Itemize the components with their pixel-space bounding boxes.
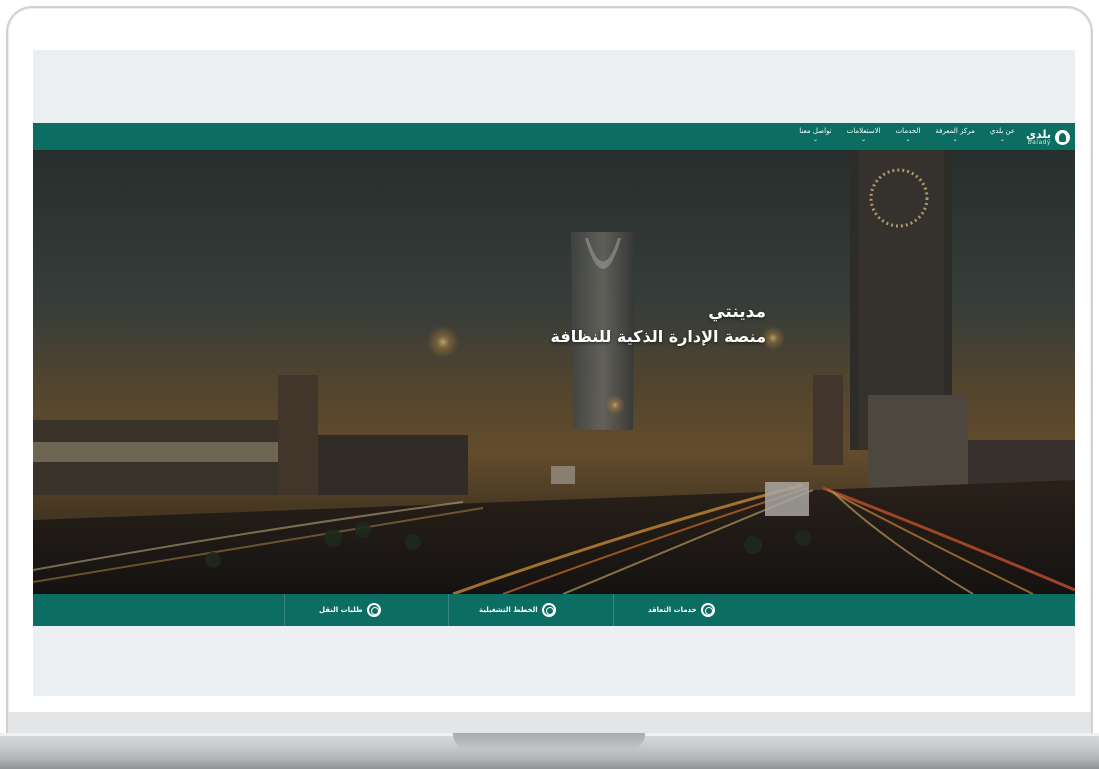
circle-emblem-icon (541, 603, 556, 617)
service-contract-services[interactable]: خدمات التعاقد (648, 594, 715, 626)
divider (284, 594, 285, 626)
nav-item-label: عن بلدي (989, 127, 1015, 135)
palm-logo-icon (1055, 129, 1070, 145)
chevron-down-icon: ⌄ (952, 136, 958, 143)
chevron-down-icon: ⌄ (861, 136, 867, 143)
services-bar: خدمات التعاقد الخطط التشغيلية طلبات النق… (33, 594, 1075, 626)
service-label: الخطط التشغيلية (479, 606, 538, 614)
circle-emblem-icon (366, 603, 381, 617)
hero-text: مدينتي منصة الإدارة الذكية للنظافة (551, 299, 766, 349)
logo-arabic: بلدي (1025, 127, 1051, 141)
nav-item-label: مركز المعرفة (935, 127, 975, 135)
city-skyline-image (33, 150, 1075, 594)
nav-item-knowledge-center[interactable]: مركز المعرفة ⌄ (935, 126, 975, 143)
logo-english: balady (1027, 138, 1051, 146)
service-operational-plans[interactable]: الخطط التشغيلية (479, 594, 556, 626)
nav-item-services[interactable]: الخدمات ⌄ (896, 126, 921, 143)
chevron-down-icon: ⌄ (812, 136, 818, 143)
service-transfer-requests[interactable]: طلبات النقل (319, 594, 381, 626)
main-nav: عن بلدي ⌄ مركز المعرفة ⌄ الخدمات ⌄ الاست… (799, 126, 1015, 143)
service-label: طلبات النقل (319, 606, 363, 614)
nav-item-label: الاستعلامات (846, 127, 881, 135)
circle-emblem-icon (700, 603, 715, 617)
site-header: بلدي balady عن بلدي ⌄ مركز المعرفة ⌄ الخ… (33, 123, 1075, 150)
hero-subtitle: منصة الإدارة الذكية للنظافة (550, 327, 766, 346)
service-label: خدمات التعاقد (648, 606, 697, 614)
divider (613, 594, 614, 626)
laptop-chin (8, 712, 1091, 734)
laptop-mockup: بلدي balady عن بلدي ⌄ مركز المعرفة ⌄ الخ… (0, 0, 1099, 769)
nav-item-about[interactable]: عن بلدي ⌄ (990, 126, 1015, 143)
nav-item-label: الخدمات (895, 127, 921, 135)
balady-logo[interactable]: بلدي balady (1026, 126, 1070, 148)
divider (448, 594, 449, 626)
chevron-down-icon: ⌄ (905, 136, 911, 143)
hero-banner: مدينتي منصة الإدارة الذكية للنظافة (33, 150, 1075, 594)
nav-item-contact[interactable]: تواصل معنا ⌄ (799, 126, 831, 143)
nav-item-inquiries[interactable]: الاستعلامات ⌄ (847, 126, 881, 143)
laptop-screen: بلدي balady عن بلدي ⌄ مركز المعرفة ⌄ الخ… (33, 50, 1075, 696)
logo-text: بلدي balady (1026, 129, 1051, 146)
chevron-down-icon: ⌄ (999, 136, 1005, 143)
laptop-opening-notch (453, 733, 645, 750)
nav-item-label: تواصل معنا (799, 127, 832, 135)
hero-title: مدينتي (708, 302, 766, 322)
